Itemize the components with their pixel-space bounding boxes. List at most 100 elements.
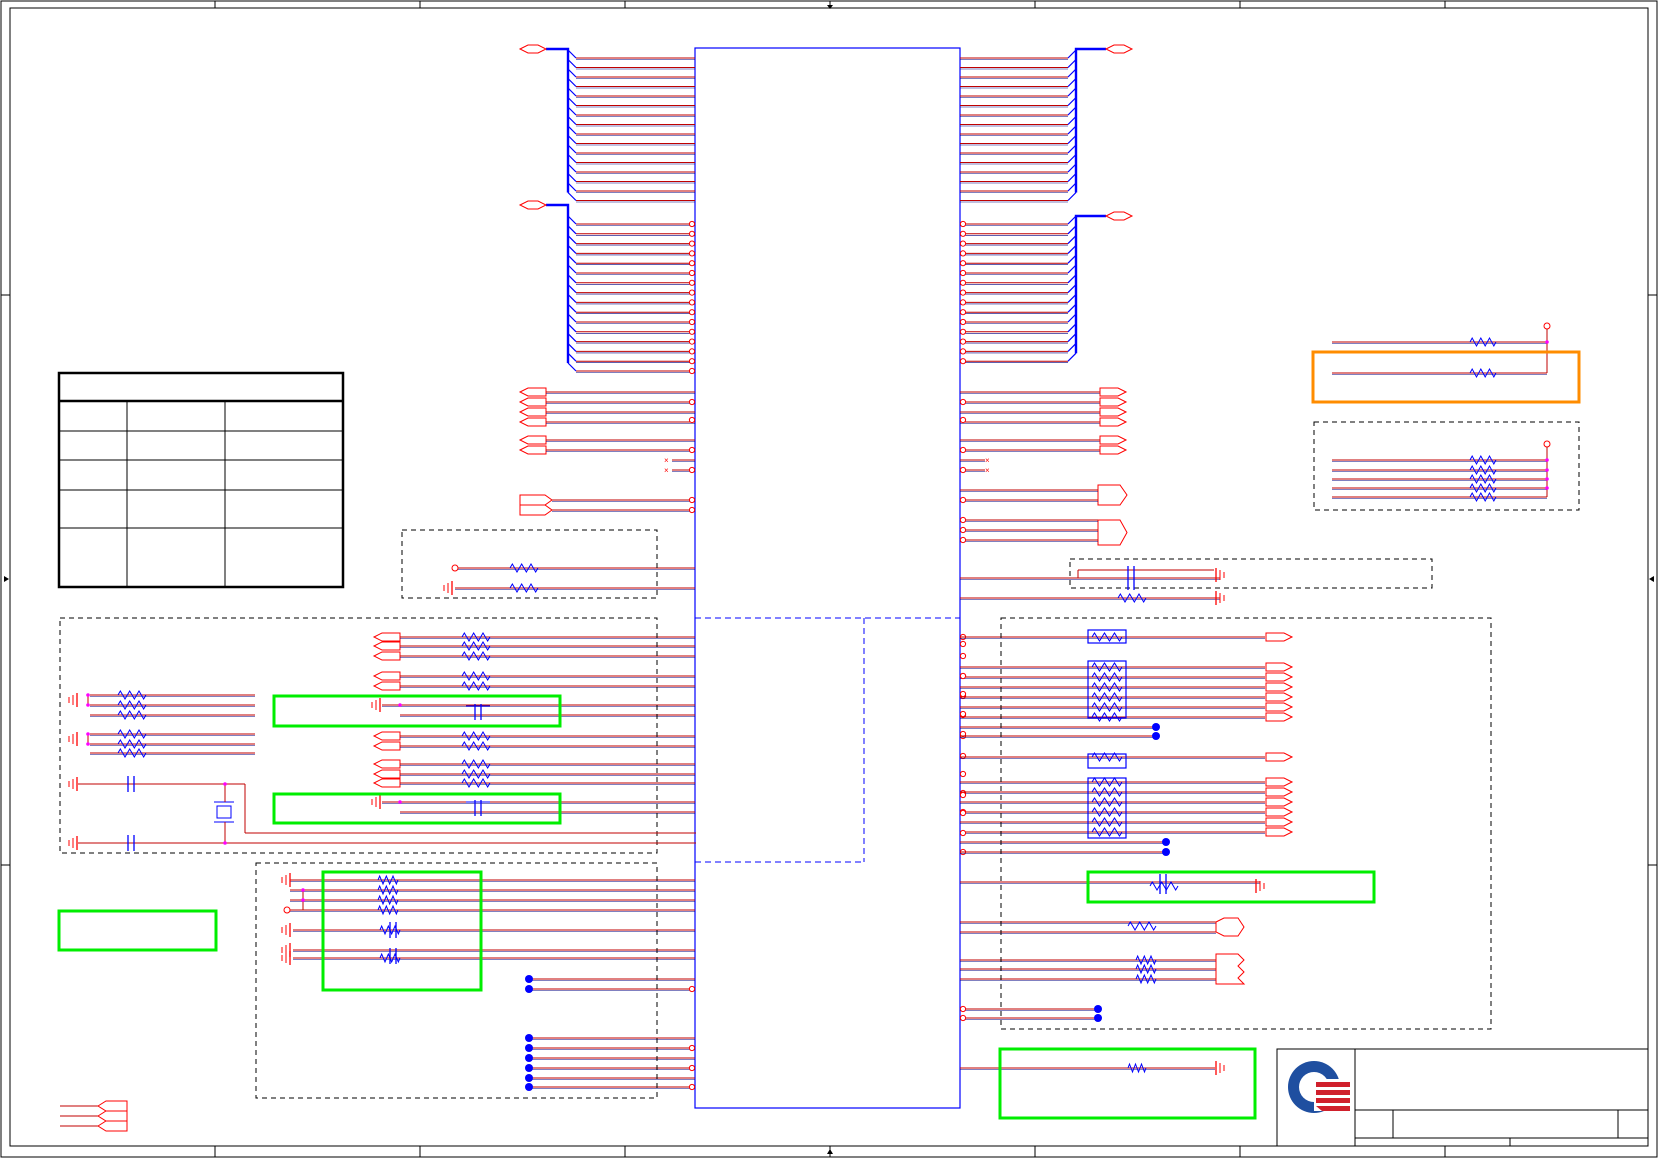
crystal-oscillator	[214, 801, 234, 823]
pin-marker	[688, 446, 696, 454]
test-point	[1152, 732, 1160, 740]
resistor	[1091, 827, 1123, 837]
off-page-port	[1265, 807, 1294, 817]
resistor	[1091, 632, 1123, 642]
off-page-port	[1265, 817, 1294, 827]
junction-dot	[86, 703, 90, 707]
test-point	[525, 985, 533, 993]
bus-entry	[1067, 192, 1077, 201]
test-point	[1162, 848, 1170, 856]
bus-entry	[567, 192, 577, 201]
pin-marker	[688, 348, 696, 355]
power-pin	[1543, 322, 1551, 330]
quanta-logo	[1288, 1061, 1350, 1113]
left-misc-signals: ××	[68, 387, 967, 1091]
pin-marker	[959, 309, 967, 316]
pin-marker	[959, 328, 967, 335]
pin-marker	[959, 526, 967, 534]
pin-marker	[959, 516, 967, 524]
right-bus-lower	[959, 214, 1106, 365]
pin-marker	[959, 770, 967, 778]
junction-dot	[223, 841, 227, 845]
off-page-port	[1265, 752, 1294, 762]
pin-marker	[959, 338, 967, 345]
off-page-port	[518, 387, 547, 397]
resistor	[1091, 672, 1123, 682]
bidir-port-group	[1097, 519, 1128, 546]
pin-marker	[959, 809, 967, 817]
resistor	[117, 710, 147, 720]
pin-marker	[959, 829, 967, 837]
pin-marker	[959, 416, 967, 424]
pin-marker	[688, 416, 696, 424]
off-page-port	[1265, 702, 1294, 712]
off-page-port	[372, 671, 401, 681]
chip-sub-block	[695, 617, 960, 863]
junction-dot	[398, 703, 402, 707]
pin-marker	[959, 289, 967, 296]
junction-dot	[301, 898, 305, 902]
no-connect-mark: ×	[664, 456, 669, 465]
pin-marker	[959, 230, 967, 237]
resistor	[1091, 662, 1123, 672]
junction-dot	[301, 888, 305, 892]
resistor	[117, 690, 147, 700]
pin-marker	[688, 466, 696, 474]
resistor	[461, 632, 491, 642]
pin-marker	[959, 640, 967, 648]
off-page-port	[1099, 407, 1128, 417]
junction-dot	[1545, 458, 1549, 462]
pin-marker	[959, 1014, 967, 1022]
resistor	[461, 741, 491, 751]
pin-marker	[959, 269, 967, 277]
resistor	[1091, 777, 1123, 787]
zone-arrows	[4, 5, 1654, 1154]
no-connect-mark: ×	[664, 466, 669, 475]
test-point	[1094, 1014, 1102, 1022]
pin-marker	[688, 328, 696, 335]
main-chip	[694, 47, 961, 1109]
right-bus-upper	[960, 47, 1106, 203]
resistor	[377, 884, 399, 896]
junction-dot	[1545, 340, 1549, 344]
pin-marker	[959, 446, 967, 454]
resistor	[1117, 593, 1147, 603]
off-page-port	[1265, 672, 1294, 682]
off-page-port	[372, 778, 401, 788]
off-page-port	[1265, 632, 1294, 642]
pin-marker	[959, 536, 967, 544]
pin-marker	[959, 260, 967, 267]
off-page-port	[1215, 953, 1246, 985]
resistor	[1135, 954, 1157, 966]
resistor	[117, 748, 147, 758]
off-page-port	[372, 681, 401, 691]
bidir-port-group	[1097, 484, 1128, 506]
zone-ticks	[1, 1, 1657, 1157]
off-page-port	[1099, 435, 1128, 445]
pin-marker	[959, 466, 967, 474]
off-page-port	[518, 435, 547, 445]
off-page-port	[518, 417, 547, 427]
resistor	[1091, 797, 1123, 807]
pin-marker	[688, 338, 696, 345]
off-page-port	[1265, 777, 1294, 787]
resistor	[117, 700, 147, 710]
off-page-port	[372, 741, 401, 751]
pin-marker	[959, 752, 967, 760]
resistor	[1469, 473, 1497, 485]
off-page-port	[1265, 682, 1294, 692]
junction-dot	[1545, 477, 1549, 481]
resistor	[377, 874, 399, 886]
off-page-port	[1099, 445, 1128, 455]
junction-dot	[86, 742, 90, 746]
dashed-blocks	[59, 421, 1580, 1099]
pin-marker	[688, 289, 696, 296]
sheet-frame	[0, 0, 1658, 1158]
off-page-port	[1265, 692, 1294, 702]
off-page-port	[372, 759, 401, 769]
junction-dot	[223, 782, 227, 786]
pin-marker	[959, 279, 967, 286]
junction-dot	[398, 800, 402, 804]
schematic-sheet: ×× ××	[0, 0, 1658, 1158]
power-pin	[1543, 440, 1551, 448]
